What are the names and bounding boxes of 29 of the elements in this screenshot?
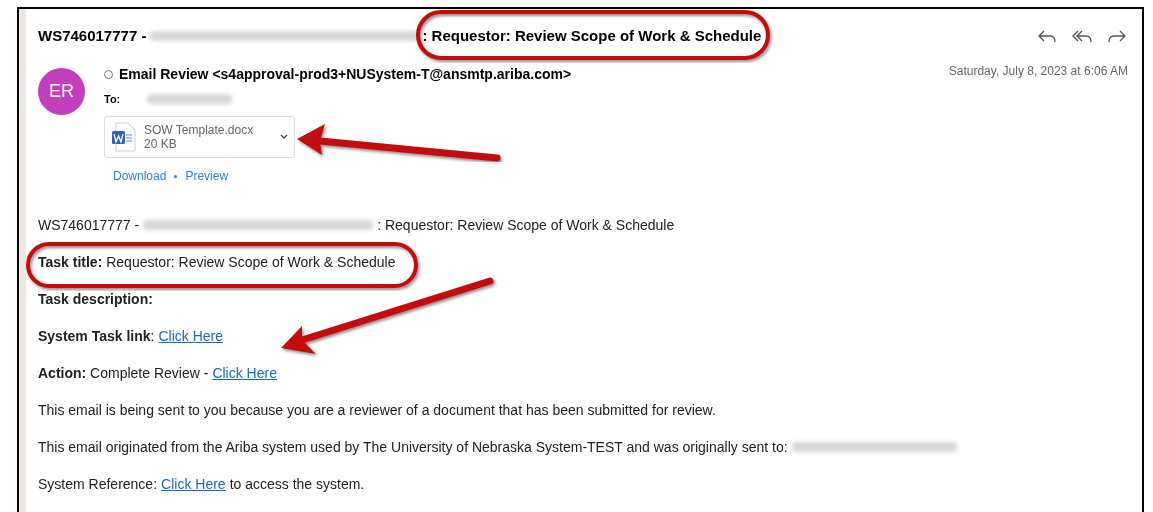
email-subject: : Requestor: Review Scope of Work & Schedule xyxy=(422,26,762,46)
body-text: This email is being sent to you because you are a reviewer of a document that has been submitted for review. xyxy=(38,401,716,419)
body-text: to access the system. xyxy=(229,475,365,493)
reply-all-icon[interactable] xyxy=(1072,29,1092,44)
body-text: This email originated from the Ariba system used by The University of Nebraska System-TEST and was originally sent to: xyxy=(38,438,788,456)
email-subject: WS746017777 - xyxy=(38,26,147,46)
email-date: Saturday, July 8, 2023 at 6:06 AM xyxy=(948,63,1128,80)
body-text: System Task link: xyxy=(38,327,155,345)
body-text: Action: Complete Review - xyxy=(38,364,209,382)
forward-icon[interactable] xyxy=(1108,29,1126,44)
attachment-action-link[interactable]: Download xyxy=(113,167,167,185)
body-text: Task description: xyxy=(38,290,153,308)
body-text: Task title: Requestor: Review Scope of Work & Schedule xyxy=(38,253,396,271)
link[interactable]: Click Here xyxy=(212,364,277,382)
attachment-action-link[interactable]: Preview xyxy=(185,167,229,185)
avatar: ER xyxy=(38,67,85,115)
attachment-size: 20 KB xyxy=(144,137,178,151)
link[interactable]: Click Here xyxy=(161,475,226,493)
word-document-icon xyxy=(111,122,136,152)
body-text: WS746017777 - xyxy=(38,216,140,234)
body-text: : Requestor: Review Scope of Work & Schedule xyxy=(377,216,675,234)
reply-icon[interactable] xyxy=(1038,29,1056,44)
body-text: System Reference: xyxy=(38,475,158,493)
attachment-card[interactable]: SOW Template.docx 20 KB xyxy=(104,116,295,158)
to-label: To: xyxy=(104,91,121,107)
attachment-name: SOW Template.docx xyxy=(144,123,254,137)
sender-name: Email Review <s4approval-prod3+NUSystem-T@ansmtp.ariba.com> xyxy=(119,64,572,84)
chevron-down-icon[interactable] xyxy=(280,134,288,140)
link[interactable]: Click Here xyxy=(158,327,224,345)
